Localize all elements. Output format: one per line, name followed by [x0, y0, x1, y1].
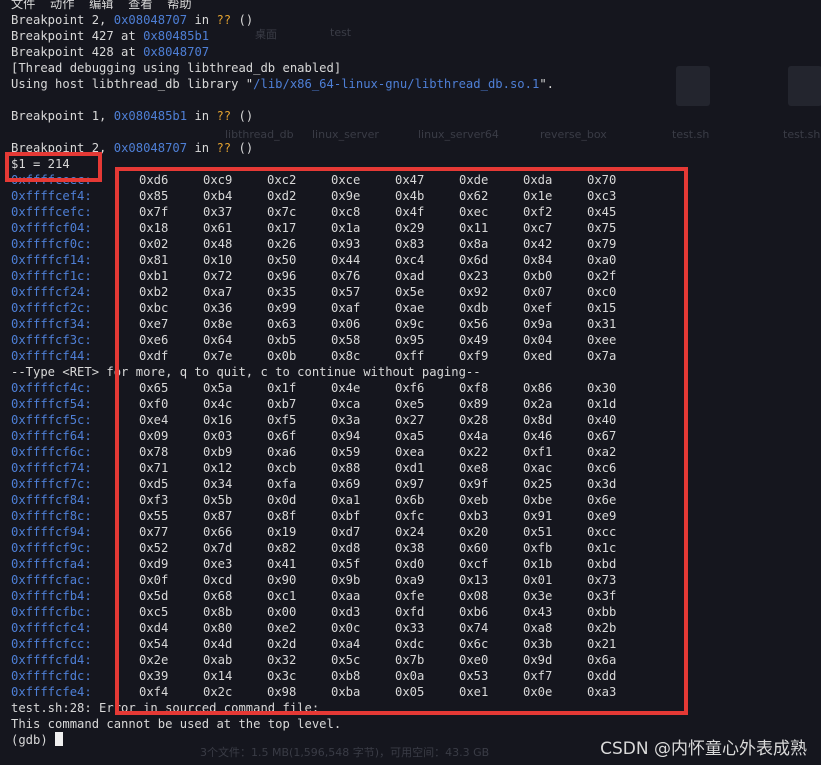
unknown-symbol: ?? [216, 109, 232, 123]
address-text: /lib/x86_64-linux-gnu/libthread_db.so.1 [253, 77, 540, 91]
gdb-prompt: (gdb) [11, 733, 56, 747]
unknown-symbol: ?? [216, 13, 232, 27]
highlight-box-result [5, 152, 102, 182]
line-text: in [187, 141, 217, 155]
highlight-box-memory [115, 167, 688, 715]
header-line: Breakpoint 1, 0x080485b1 in ?? () [11, 108, 821, 124]
header-line: Breakpoint 427 at 0x80485b1 [11, 28, 821, 44]
address-text: 0x80485b1 [143, 29, 210, 43]
csdn-watermark: CSDN @内怀童心外表成熟 [600, 739, 807, 759]
line-text: Breakpoint 427 at [11, 29, 144, 43]
header-lines: Breakpoint 2, 0x08048707 in ?? () Breakpo… [11, 12, 821, 156]
line-text: Breakpoint 2, [11, 13, 114, 27]
header-line: Breakpoint 428 at 0x8048707 [11, 44, 821, 60]
line-text: [Thread debugging using libthread_db ena… [11, 61, 342, 75]
error-line: This command cannot be used at the top l… [11, 717, 342, 731]
header-line: Breakpoint 2, 0x08048707 in ?? () [11, 140, 821, 156]
address-text: 0x080485b1 [113, 109, 188, 123]
address-text: 0x8048707 [143, 45, 210, 59]
header-line [11, 92, 821, 108]
address-text: 0x08048707 [113, 141, 188, 155]
line-text: () [231, 109, 254, 123]
line-text: () [231, 13, 254, 27]
header-line [11, 124, 821, 140]
header-line: [Thread debugging using libthread_db ena… [11, 60, 821, 76]
line-text: Breakpoint 428 at [11, 45, 144, 59]
menu-fragment: 文件 动作 编辑 查看 帮助 [11, 0, 192, 11]
header-line: Breakpoint 2, 0x08048707 in ?? () [11, 12, 821, 28]
line-text: in [187, 109, 217, 123]
text-cursor [55, 732, 64, 746]
line-text: Breakpoint 1, [11, 109, 114, 123]
line-text: in [187, 13, 217, 27]
line-text: () [231, 141, 254, 155]
unknown-symbol: ?? [216, 141, 232, 155]
line-text: Using host libthread_db library " [11, 77, 254, 91]
address-text: 0x08048707 [113, 13, 188, 27]
header-line: Using host libthread_db library "/lib/x8… [11, 76, 821, 92]
line-text: ". [539, 77, 554, 91]
